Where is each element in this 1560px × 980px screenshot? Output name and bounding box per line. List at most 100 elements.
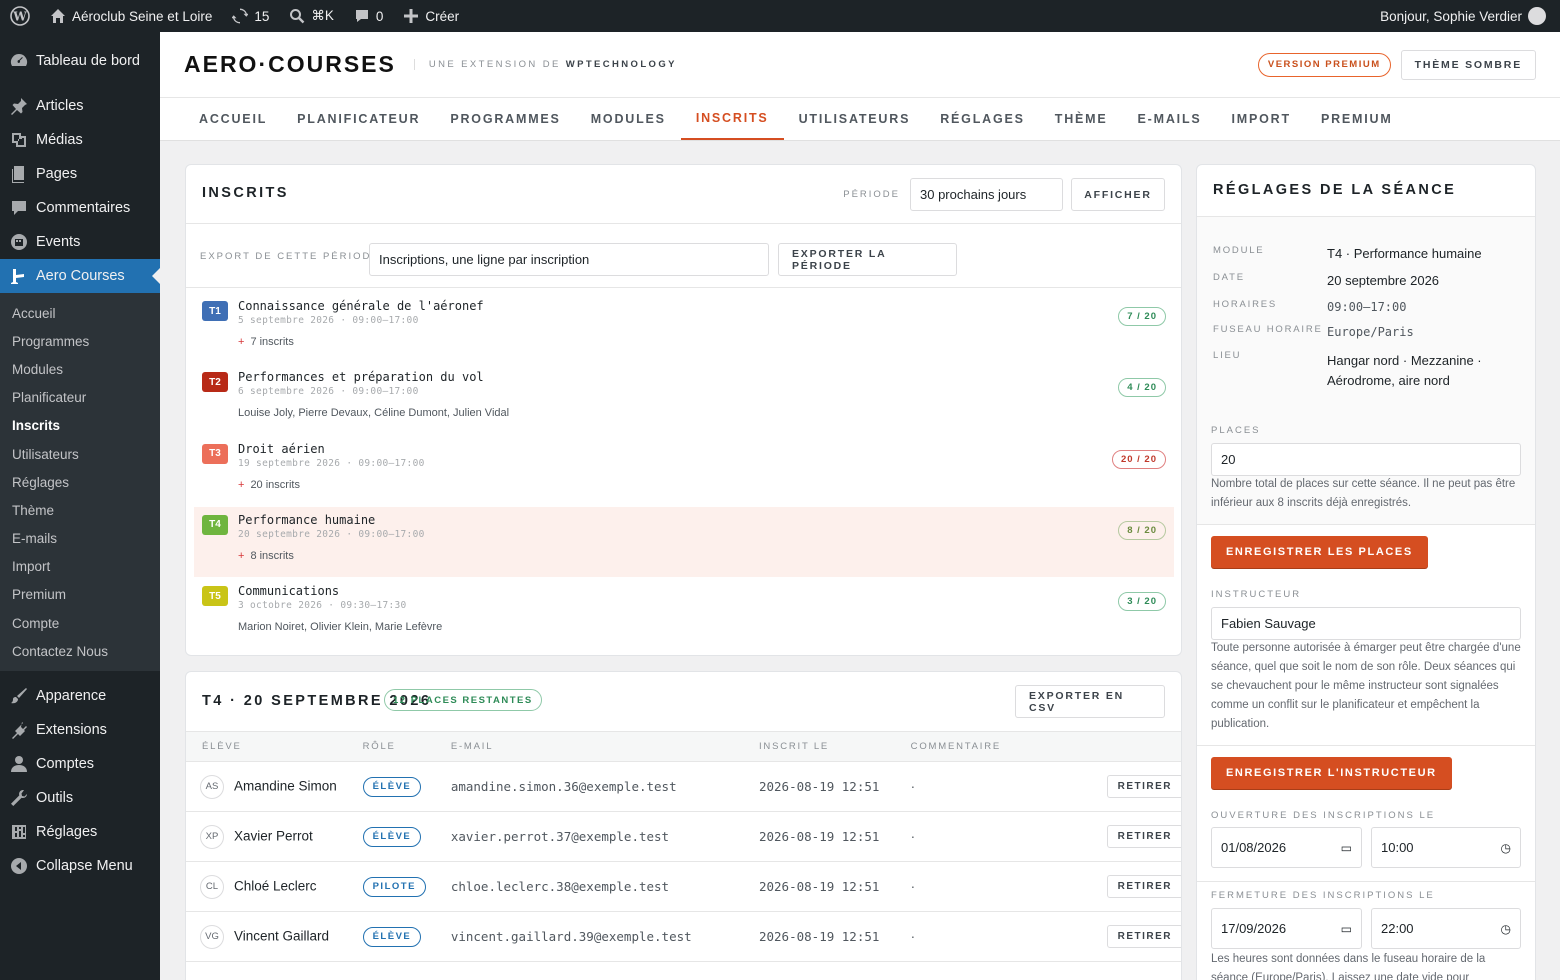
submenu-item[interactable]: Import bbox=[0, 553, 160, 581]
menu-aero-courses[interactable]: Aero Courses bbox=[0, 259, 160, 293]
column-header: ÉLÈVE bbox=[186, 731, 363, 762]
capacity-badge: 20 / 20 bbox=[1111, 449, 1166, 469]
open-label: OUVERTURE DES INSCRIPTIONS LE bbox=[1211, 810, 1436, 821]
session-date: 3 octobre 2026 · 09:30–17:30 bbox=[238, 600, 407, 612]
submenu-item[interactable]: Inscrits bbox=[0, 412, 160, 440]
tab-item[interactable]: ACCUEIL bbox=[184, 98, 282, 140]
session-row[interactable]: T4 Performance humaine 20 septembre 2026 ·… bbox=[194, 506, 1174, 577]
session-enrolled[interactable]: +7 inscrits bbox=[238, 336, 294, 348]
calendar-icon bbox=[10, 233, 28, 251]
menu-dashboard[interactable]: Tableau de bord bbox=[0, 44, 160, 78]
student-cell: VG Vincent Gaillard bbox=[186, 911, 363, 962]
student-name: Chloé Leclerc bbox=[234, 878, 317, 894]
account-menu[interactable]: Bonjour, Sophie Verdier bbox=[1370, 0, 1560, 32]
search-link[interactable]: ⌘K bbox=[279, 0, 344, 32]
paintbrush-icon bbox=[10, 687, 28, 705]
collapse-menu-button[interactable]: Collapse Menu bbox=[0, 849, 160, 883]
session-date: 20 septembre 2026 · 09:00–17:00 bbox=[238, 528, 425, 540]
submenu-item[interactable]: Compte bbox=[0, 609, 160, 637]
updates-link[interactable]: 15 bbox=[222, 0, 279, 32]
instructor-input[interactable]: Fabien Sauvage bbox=[1211, 607, 1521, 640]
session-row[interactable]: T5 Communications 3 octobre 2026 · 09:30–1… bbox=[194, 578, 1174, 648]
column-header: INSCRIT LE bbox=[758, 731, 911, 762]
wordpress-logo-icon[interactable]: W bbox=[0, 0, 40, 32]
tab-item[interactable]: E-MAILS bbox=[1123, 98, 1217, 140]
menu-settings[interactable]: Réglages bbox=[0, 815, 160, 849]
premium-version-button[interactable]: VERSION PREMIUM bbox=[1257, 52, 1391, 77]
remove-button[interactable]: RETIRER bbox=[1106, 925, 1181, 948]
dark-theme-button[interactable]: THÈME SOMBRE bbox=[1400, 49, 1536, 80]
submenu-item[interactable]: Réglages bbox=[0, 468, 160, 496]
submenu-item[interactable]: Accueil bbox=[0, 299, 160, 327]
menu-comments[interactable]: Commentaires bbox=[0, 191, 160, 225]
tab-item[interactable]: THÈME bbox=[1040, 98, 1123, 140]
submenu-item[interactable]: Thème bbox=[0, 496, 160, 524]
export-format-select[interactable]: Inscriptions, une ligne par inscription bbox=[369, 243, 769, 276]
comments-link[interactable]: 0 bbox=[344, 0, 394, 32]
close-date-input[interactable]: 17/09/2026 ▭ bbox=[1211, 908, 1362, 949]
tab-item[interactable]: IMPORT bbox=[1217, 98, 1306, 140]
menu-medias[interactable]: Médias bbox=[0, 123, 160, 157]
enrolled-date-cell: 2026-08-19 12:51 bbox=[758, 761, 911, 812]
search-shortcut: ⌘K bbox=[311, 8, 334, 23]
tab-item[interactable]: PREMIUM bbox=[1306, 98, 1408, 140]
new-content-link[interactable]: Créer bbox=[393, 0, 469, 32]
places-input[interactable]: 20 bbox=[1211, 443, 1521, 476]
tab-item[interactable]: INSCRITS bbox=[680, 98, 784, 140]
menu-extensions[interactable]: Extensions bbox=[0, 713, 160, 747]
export-csv-button[interactable]: EXPORTER EN CSV bbox=[1015, 685, 1165, 718]
clock-icon[interactable]: ◷ bbox=[1501, 922, 1511, 936]
submenu-item[interactable]: Contactez Nous bbox=[0, 637, 160, 665]
close-time-input[interactable]: 22:00 ◷ bbox=[1371, 908, 1521, 949]
session-code-badge: T1 bbox=[202, 301, 228, 321]
show-button[interactable]: AFFICHER bbox=[1071, 178, 1165, 211]
save-places-button[interactable]: ENREGISTRER LES PLACES bbox=[1211, 536, 1428, 568]
submenu-item[interactable]: Modules bbox=[0, 355, 160, 383]
session-enrolled[interactable]: +20 inscrits bbox=[238, 479, 300, 491]
tab-item[interactable]: PROGRAMMES bbox=[435, 98, 575, 140]
session-row[interactable]: T3 Droit aérien 19 septembre 2026 · 09:00–… bbox=[194, 436, 1174, 506]
save-instructor-button[interactable]: ENREGISTRER L'INSTRUCTEUR bbox=[1211, 757, 1452, 789]
menu-articles[interactable]: Articles bbox=[0, 89, 160, 123]
calendar-icon[interactable]: ▭ bbox=[1341, 841, 1352, 855]
tab-item[interactable]: UTILISATEURS bbox=[784, 98, 926, 140]
session-row[interactable]: T2 Performances et préparation du vol 6 se… bbox=[194, 364, 1174, 434]
session-enrolled[interactable]: +8 inscrits bbox=[238, 550, 294, 562]
clock-icon[interactable]: ◷ bbox=[1501, 841, 1511, 855]
remove-button[interactable]: RETIRER bbox=[1106, 875, 1181, 898]
expand-icon[interactable]: + bbox=[238, 550, 244, 562]
table-row: AS Amandine Simon ÉLÈVE amandine.simon.36@e… bbox=[186, 761, 1181, 812]
submenu-item[interactable]: Utilisateurs bbox=[0, 440, 160, 468]
export-period-button[interactable]: EXPORTER LA PÉRIODE bbox=[778, 243, 957, 276]
session-row[interactable]: T1 Connaissance générale de l'aéronef 5 se… bbox=[194, 293, 1174, 363]
submenu-item[interactable]: Planificateur bbox=[0, 384, 160, 412]
menu-pages[interactable]: Pages bbox=[0, 157, 160, 191]
menu-appearance[interactable]: Apparence bbox=[0, 679, 160, 713]
menu-medias-label: Médias bbox=[36, 132, 83, 148]
menu-accounts-label: Comptes bbox=[36, 756, 95, 773]
period-select[interactable]: 30 prochains jours bbox=[910, 178, 1063, 211]
tab-item[interactable]: PLANIFICATEUR bbox=[282, 98, 435, 140]
submenu-item[interactable]: E-mails bbox=[0, 525, 160, 553]
menu-tools[interactable]: Outils bbox=[0, 781, 160, 815]
role-cell: ÉLÈVE bbox=[362, 761, 451, 812]
tab-item[interactable]: MODULES bbox=[576, 98, 681, 140]
expand-icon[interactable]: + bbox=[238, 336, 244, 348]
expand-icon[interactable]: + bbox=[238, 479, 244, 491]
session-code-badge: T4 bbox=[202, 514, 228, 535]
remove-button[interactable]: RETIRER bbox=[1106, 825, 1181, 848]
submenu-item[interactable]: Premium bbox=[0, 581, 160, 609]
table-header: ÉLÈVE RÔLE E-MAIL INSCRIT LE COMMENTAIRE bbox=[186, 731, 1181, 762]
avatar: AS bbox=[200, 774, 224, 799]
tab-item[interactable]: RÉGLAGES bbox=[925, 98, 1040, 140]
site-name-link[interactable]: Aéroclub Seine et Loire bbox=[40, 0, 222, 32]
open-date-input[interactable]: 01/08/2026 ▭ bbox=[1211, 827, 1362, 868]
submenu-item[interactable]: Programmes bbox=[0, 327, 160, 355]
menu-events[interactable]: Events bbox=[0, 225, 160, 259]
calendar-icon[interactable]: ▭ bbox=[1341, 922, 1352, 936]
open-time-input[interactable]: 10:00 ◷ bbox=[1371, 827, 1521, 868]
capacity-badge: 8 / 20 bbox=[1118, 520, 1166, 540]
role-badge: ÉLÈVE bbox=[362, 926, 422, 947]
menu-accounts[interactable]: Comptes bbox=[0, 747, 160, 781]
remove-button[interactable]: RETIRER bbox=[1106, 775, 1181, 798]
